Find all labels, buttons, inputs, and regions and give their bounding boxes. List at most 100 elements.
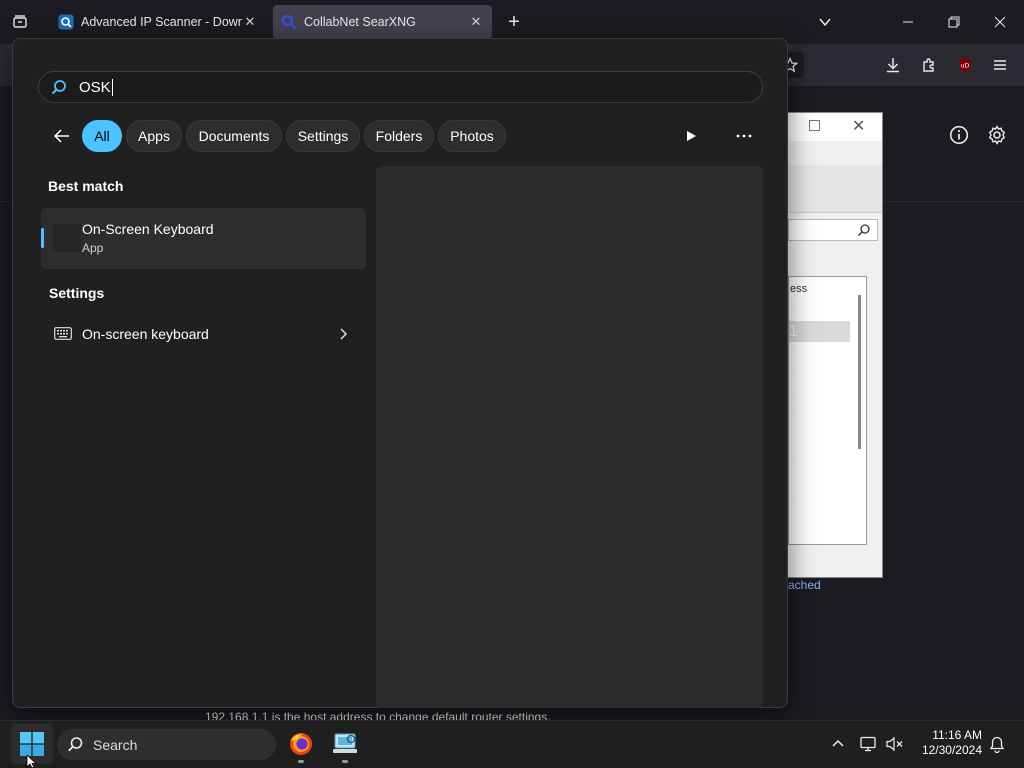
mouse-cursor-icon — [26, 755, 38, 768]
best-match-title: On-Screen Keyboard — [82, 221, 214, 237]
downloads-button[interactable] — [880, 52, 906, 78]
filter-settings[interactable]: Settings — [286, 120, 360, 152]
notifications-button[interactable] — [986, 732, 1008, 756]
search-icon — [858, 224, 870, 236]
puzzle-piece-icon — [923, 58, 934, 72]
hamburger-menu-icon — [994, 60, 1006, 70]
svg-text:uD: uD — [961, 63, 970, 70]
settings-heading: Settings — [49, 285, 105, 301]
settings-result-label: On-screen keyboard — [82, 326, 209, 342]
taskbar-firefox[interactable] — [286, 728, 316, 760]
filter-photos[interactable]: Photos — [438, 120, 506, 152]
tab-collabnet-searxng[interactable]: CollabNet SearXNG ✕ — [273, 5, 492, 39]
list-row[interactable]: 9 — [789, 448, 851, 468]
ublock-origin-button[interactable]: uD — [952, 52, 978, 78]
windows-logo-icon — [20, 732, 44, 756]
list-row[interactable]: 3 — [789, 301, 851, 321]
results-list-panel: ess 3 1 2 3 4 6 7 9 3 — [788, 276, 867, 545]
bell-icon — [989, 736, 1005, 753]
filter-apps[interactable]: Apps — [126, 120, 182, 152]
search-input-value: OSK — [79, 78, 111, 96]
settings-button[interactable] — [984, 122, 1010, 148]
background-toolbar — [788, 165, 882, 213]
list-row[interactable]: 7 — [789, 427, 851, 447]
clock-button[interactable]: 11:16 AM 12/30/2024 — [912, 728, 984, 762]
settings-result-on-screen-keyboard[interactable]: On-screen keyboard — [41, 314, 366, 354]
gear-icon — [988, 125, 1006, 145]
network-computer-icon — [860, 736, 876, 752]
list-row[interactable]: 1 — [789, 322, 851, 342]
list-row[interactable]: 6 — [789, 406, 851, 426]
minimize-icon — [903, 21, 913, 23]
back-button[interactable] — [48, 122, 76, 150]
restore-button[interactable] — [931, 0, 977, 44]
play-arrow-icon — [687, 131, 696, 141]
restore-icon — [948, 16, 960, 28]
show-hidden-icons-button[interactable] — [828, 732, 848, 756]
background-link[interactable]: ached — [788, 578, 821, 592]
background-search-field[interactable] — [788, 219, 878, 241]
taskbar-search-box[interactable]: Search — [57, 729, 276, 760]
filter-folders[interactable]: Folders — [364, 120, 434, 152]
list-row[interactable]: 4 — [789, 385, 851, 405]
result-preview-pane — [376, 166, 763, 708]
keyboard-icon — [54, 327, 72, 340]
volume-muted-icon — [886, 736, 903, 752]
text-caret — [111, 78, 113, 96]
arrow-left-icon — [53, 129, 69, 143]
background-app-window: ✕ ess 3 1 2 3 4 6 7 9 3 — [787, 112, 883, 578]
new-tab-button[interactable]: + — [502, 10, 526, 34]
advanced-ip-scanner-favicon-icon — [58, 14, 74, 30]
close-window-button[interactable] — [977, 0, 1023, 44]
network-status-button[interactable] — [858, 732, 880, 756]
network-scanner-icon — [333, 733, 357, 753]
tab-advanced-ip-scanner[interactable]: Advanced IP Scanner - Download ✕ — [50, 5, 266, 39]
column-header: ess — [790, 283, 808, 295]
search-icon — [68, 737, 83, 752]
firefox-icon — [290, 733, 312, 755]
taskbar-advanced-ip-scanner[interactable] — [330, 728, 360, 760]
best-match-subtitle: App — [82, 241, 104, 255]
selection-accent — [41, 228, 44, 248]
minimize-button[interactable] — [885, 0, 931, 44]
maximize-icon[interactable] — [809, 120, 820, 131]
options-menu-button[interactable] — [730, 122, 758, 150]
tab-title: CollabNet SearXNG — [304, 15, 416, 29]
list-all-tabs-button[interactable] — [813, 10, 837, 34]
best-match-result[interactable]: On-Screen Keyboard App — [41, 208, 366, 269]
taskbar-search-placeholder: Search — [93, 736, 138, 753]
filter-all[interactable]: All — [82, 120, 122, 152]
clock-date: 12/30/2024 — [921, 743, 982, 757]
running-indicator — [298, 760, 304, 763]
list-row[interactable]: 2 — [789, 343, 851, 363]
download-icon — [887, 58, 899, 73]
search-icon — [51, 80, 66, 95]
running-indicator — [342, 760, 348, 763]
chevron-up-icon — [832, 739, 844, 747]
filter-documents[interactable]: Documents — [186, 120, 282, 152]
info-icon — [949, 125, 969, 145]
info-button[interactable] — [946, 122, 972, 148]
list-row[interactable] — [789, 469, 851, 489]
background-window-titlebar: ✕ — [788, 113, 882, 141]
tab-title: Advanced IP Scanner - Download — [81, 15, 242, 29]
vertical-scrollbar-thumb[interactable] — [858, 295, 861, 449]
clock-time: 11:16 AM — [932, 728, 982, 742]
ublock-shield-icon: uD — [959, 58, 971, 72]
on-screen-keyboard-app-icon — [53, 224, 81, 252]
close-tab-icon[interactable]: ✕ — [468, 14, 484, 30]
app-menu-button[interactable] — [987, 52, 1013, 78]
tab-list-button[interactable] — [8, 10, 32, 34]
search-input[interactable]: OSK — [38, 71, 763, 103]
more-filters-button[interactable] — [678, 122, 704, 150]
list-row[interactable]: 3 — [789, 364, 851, 384]
close-tab-icon[interactable]: ✕ — [242, 14, 258, 30]
close-icon[interactable]: ✕ — [852, 116, 865, 136]
extensions-button[interactable] — [916, 52, 942, 78]
searxng-favicon-icon — [282, 15, 297, 30]
volume-button[interactable] — [884, 732, 906, 756]
close-icon — [994, 16, 1006, 28]
chevron-down-icon — [819, 18, 831, 27]
list-row[interactable]: 3 — [789, 490, 851, 510]
best-match-heading: Best match — [48, 178, 124, 194]
